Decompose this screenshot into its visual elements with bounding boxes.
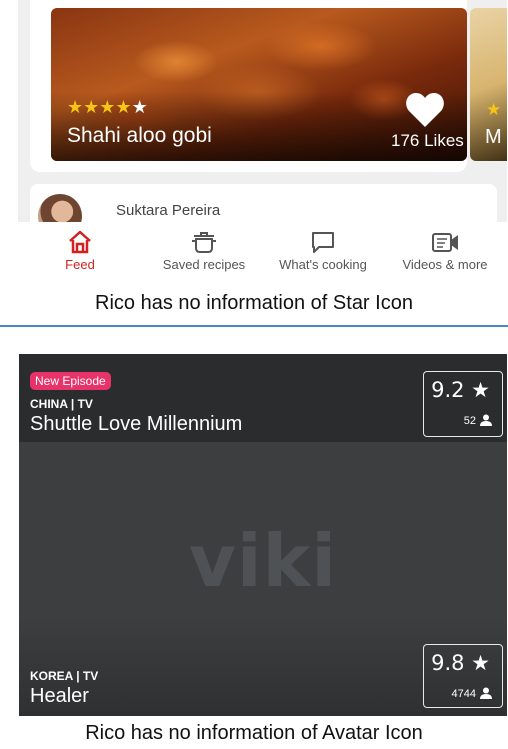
avatar-icon: [480, 687, 492, 699]
show-country: KOREA | TV: [30, 669, 99, 683]
show-title: Shuttle Love Millennium: [30, 413, 243, 435]
star-icon: ★: [99, 97, 116, 118]
rating-stars: ★★★★★: [67, 99, 148, 117]
chat-bubble-icon: [312, 232, 334, 253]
avatar-icon: [480, 414, 492, 426]
heart-icon[interactable]: [405, 92, 445, 128]
tab-whats-cooking-label: What's cooking: [279, 257, 367, 272]
rating-count-row: 4744: [452, 687, 492, 700]
star-icon: ★: [83, 97, 100, 118]
rating-count-row: 52: [464, 414, 492, 427]
home-icon: [69, 230, 91, 254]
rating-count: 4744: [451, 688, 476, 700]
likes-count: 176 Likes: [391, 131, 464, 150]
recipe-image: ★★★★★ Shahi aloo gobi 176 Likes: [51, 8, 467, 161]
tab-feed[interactable]: Feed: [40, 222, 120, 272]
tab-saved-recipes[interactable]: Saved recipes: [154, 222, 254, 272]
star-icon: ★: [67, 97, 84, 118]
star-icon: ★: [486, 100, 502, 120]
tab-feed-label: Feed: [65, 257, 95, 272]
rating-box[interactable]: 9.2 ★ 52: [423, 371, 503, 437]
author-name: Suktara Pereira: [116, 202, 221, 219]
author-avatar: [38, 194, 82, 222]
viki-logo: viki: [188, 519, 338, 603]
section-divider: [0, 325, 508, 327]
show-country: CHINA | TV: [30, 397, 93, 411]
caption-star-icon: Rico has no information of Star Icon: [95, 292, 413, 314]
author-card[interactable]: Suktara Pereira: [30, 184, 497, 222]
star-icon: ★: [131, 97, 148, 118]
viki-app-screen: New Episode CHINA | TV Shuttle Love Mill…: [19, 354, 507, 716]
recipe-card[interactable]: ★★★★★ Shahi aloo gobi 176 Likes ★ M: [30, 0, 507, 172]
star-icon: ★: [115, 97, 132, 118]
video-icon: [432, 233, 458, 252]
rating-count: 52: [463, 415, 476, 427]
rating-score: 9.8 ★: [431, 651, 490, 675]
show-card-top[interactable]: New Episode CHINA | TV Shuttle Love Mill…: [19, 354, 507, 442]
tab-saved-recipes-label: Saved recipes: [162, 257, 246, 272]
tab-videos-more-label: Videos & more: [402, 257, 488, 272]
bottom-tab-bar: Feed Saved recipes What's cooking Videos…: [18, 222, 507, 280]
tab-videos-more[interactable]: Videos & more: [395, 222, 495, 272]
recipe-title: Shahi aloo gobi: [67, 124, 212, 147]
recipe-app-screen: ★★★★★ Shahi aloo gobi 176 Likes ★ M Sukt…: [18, 0, 507, 222]
show-title: Healer: [30, 685, 89, 707]
pot-icon: [192, 232, 216, 253]
caption-avatar-icon: Rico has no information of Avatar Icon: [85, 722, 423, 744]
rating-score: 9.2 ★: [431, 378, 490, 402]
next-recipe-title: M: [485, 126, 502, 148]
next-recipe-card[interactable]: ★ M: [470, 8, 507, 161]
tab-whats-cooking[interactable]: What's cooking: [271, 222, 375, 272]
rating-box[interactable]: 9.8 ★ 4744: [423, 644, 503, 708]
new-episode-badge: New Episode: [30, 372, 111, 390]
